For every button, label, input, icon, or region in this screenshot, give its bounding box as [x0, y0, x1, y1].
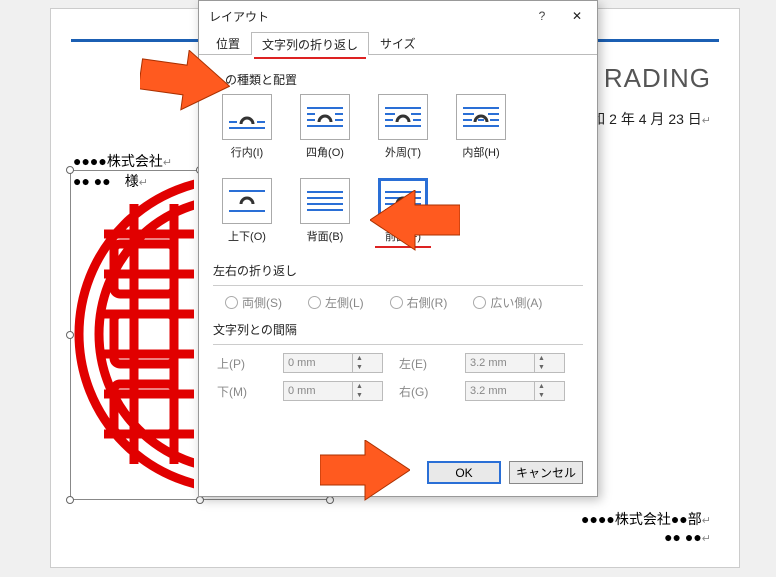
- annotation-arrow-icon: [370, 190, 460, 260]
- tab-text-wrapping[interactable]: 文字列の折り返し: [251, 32, 369, 55]
- label-right: 右(G): [399, 383, 449, 400]
- section-spacing: 文字列との間隔: [213, 321, 583, 338]
- annotation-arrow-icon: [140, 50, 230, 120]
- label-left: 左(E): [399, 355, 449, 372]
- annotation-arrow-icon: [320, 440, 410, 510]
- close-button[interactable]: ✕: [557, 9, 597, 23]
- label-top: 上(P): [217, 355, 267, 372]
- spin-left[interactable]: ▲▼: [465, 353, 565, 373]
- doc-footer-name: ●● ●●: [664, 529, 711, 545]
- radio-left[interactable]: 左側(L): [308, 294, 364, 311]
- section-lr-wrap: 左右の折り返し: [213, 262, 583, 279]
- label-bottom: 下(M): [217, 383, 267, 400]
- doc-footer-company: ●●●●株式会社●●部: [581, 509, 711, 529]
- resize-handle[interactable]: [66, 331, 74, 339]
- lr-radio-group: 両側(S) 左側(L) 右側(R) 広い側(A): [225, 294, 583, 311]
- resize-handle[interactable]: [66, 166, 74, 174]
- wrap-option-topbottom[interactable]: 上下(O): [219, 178, 275, 248]
- doc-company: ●●●●株式会社: [73, 151, 172, 171]
- seal-stamp-image[interactable]: [74, 174, 194, 494]
- cancel-button[interactable]: キャンセル: [509, 461, 583, 484]
- wrap-option-behind[interactable]: 背面(B): [297, 178, 353, 248]
- doc-date: 和 2 年 4 月 23 日: [591, 109, 711, 129]
- radio-both[interactable]: 両側(S): [225, 294, 282, 311]
- resize-handle[interactable]: [66, 496, 74, 504]
- dialog-titlebar[interactable]: レイアウト ? ✕: [199, 1, 597, 31]
- spin-bottom[interactable]: ▲▼: [283, 381, 383, 401]
- help-button[interactable]: ?: [527, 9, 557, 23]
- spin-right[interactable]: ▲▼: [465, 381, 565, 401]
- dialog-tabs: 位置 文字列の折り返し サイズ: [199, 31, 597, 55]
- radio-right[interactable]: 右側(R): [390, 294, 448, 311]
- section-wrap-type: しの種類と配置: [213, 71, 583, 88]
- radio-wide[interactable]: 広い側(A): [473, 294, 542, 311]
- spin-top[interactable]: ▲▼: [283, 353, 383, 373]
- tab-size[interactable]: サイズ: [369, 31, 427, 54]
- doc-heading: RADING: [604, 63, 711, 94]
- wrap-option-tight[interactable]: 外周(T): [375, 94, 431, 160]
- resize-handle[interactable]: [196, 496, 204, 504]
- wrap-option-square[interactable]: 四角(O): [297, 94, 353, 160]
- wrap-option-through[interactable]: 内部(H): [453, 94, 509, 160]
- dialog-title-text: レイアウト: [209, 8, 527, 25]
- ok-button[interactable]: OK: [427, 461, 501, 484]
